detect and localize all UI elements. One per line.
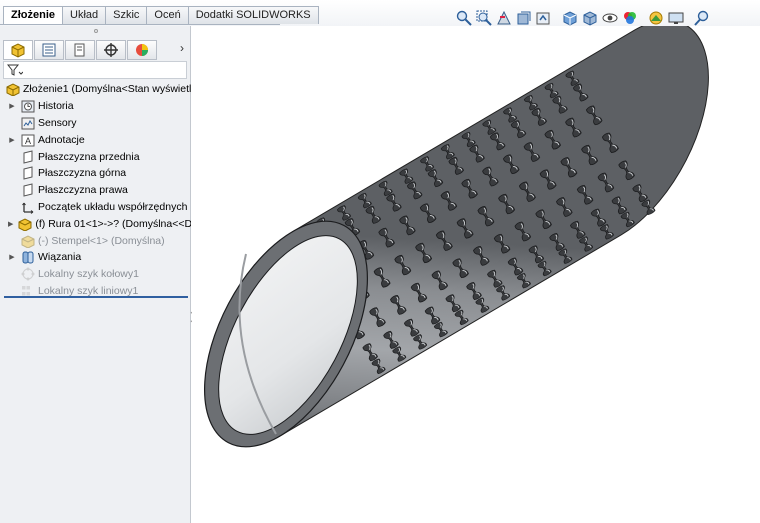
tree-item[interactable]: Sensory [0,115,191,132]
tab-2[interactable]: Szkic [105,6,148,24]
tab-4[interactable]: Dodatki SOLIDWORKS [187,6,319,24]
view-settings-icon[interactable] [668,10,684,26]
tree-item[interactable]: ▶ Historia [0,98,191,115]
tab-0[interactable]: Złożenie [3,6,64,25]
part-icon [21,234,35,249]
tree-item-label: Historia [38,100,74,113]
propertymanager-icon [42,43,56,57]
tree-item[interactable]: ▶ (f) Rura 01<1>->? (Domyślna<<Dom [0,215,191,232]
plane-icon [21,166,35,181]
tree-root[interactable]: Złożenie1 (Domyślna<Stan wyświetlania- [0,81,191,98]
tree-item-label: Płaszczyzna górna [38,167,127,180]
graphics-area[interactable] [192,26,760,523]
tree-item[interactable]: Lokalny szyk kołowy1 [0,266,191,283]
configurationmanager-tab[interactable] [65,40,95,60]
tree-item-label: Lokalny szyk kołowy1 [38,268,139,281]
tree-item-label: Wiązania [38,251,82,264]
expand-arrow-icon[interactable]: ▶ [8,253,16,261]
view-orientation-icon[interactable] [562,10,578,26]
tree-item[interactable]: Płaszczyzna przednia [0,148,191,165]
featuremanager-tab[interactable] [3,40,33,60]
annotations-icon: A [21,133,35,147]
tree-item-label: (f) Rura 01<1>->? (Domyślna<<Dom [35,217,191,230]
feature-manager-panel: › Złożenie1 (Domyślna<Stan wyświetlania-… [0,26,191,523]
expand-arrow-icon[interactable]: ▶ [8,220,13,228]
command-tabs: Złożenie Układ Szkic Oceń Dodatki SOLIDWORKS [3,6,319,25]
zoom-to-fit-icon[interactable] [456,10,472,26]
expand-arrow-icon[interactable]: ▶ [8,136,16,144]
tab-1[interactable]: Układ [62,6,107,24]
tree-item-label: Adnotacje [38,133,85,146]
hide-show-items-icon[interactable] [602,10,618,26]
sensors-icon [21,116,35,130]
plane-icon [21,149,35,164]
edit-appearance-icon[interactable] [622,10,638,26]
tab-3[interactable]: Oceń [146,6,189,24]
panel-tabs [0,39,191,61]
mates-icon [21,250,35,264]
assembly-icon [6,82,20,97]
history-icon [21,99,35,113]
tree-item-label: Początek układu współrzędnych [38,200,188,213]
panel-grip[interactable] [94,29,98,33]
rollback-bar[interactable] [4,296,188,298]
propertymanager-tab[interactable] [34,40,64,60]
heads-up-view-toolbar [456,10,714,26]
part-icon [18,217,32,232]
tree-item[interactable]: Płaszczyzna górna [0,165,191,182]
panel-scroll-right-icon[interactable]: › [180,41,184,55]
tab-divider [0,24,280,25]
svg-text:A: A [25,136,31,146]
filter-icon[interactable] [6,64,24,80]
expand-arrow-icon[interactable]: ▶ [8,102,16,110]
dimxpert-icon [104,43,118,57]
dynamic-annotation-icon[interactable] [536,10,552,26]
zoom-to-area-icon[interactable] [476,10,492,26]
featuremanager-icon [11,43,25,58]
tree-item-label: (-) Stempel<1> (Domyślna) [38,234,165,247]
displaymanager-tab[interactable] [127,40,157,60]
perforated-tube-model[interactable] [192,26,760,523]
tree-item-label: Płaszczyzna prawa [38,184,128,197]
apply-scene-icon[interactable] [648,10,664,26]
command-manager: Złożenie Układ Szkic Oceń Dodatki SOLIDWORKS [0,0,760,26]
circular-pattern-icon [21,267,35,281]
displaymanager-icon [136,44,148,56]
tree-item-label: Płaszczyzna przednia [38,150,140,163]
tree-item[interactable]: Płaszczyzna prawa [0,182,191,199]
feature-tree: Złożenie1 (Domyślna<Stan wyświetlania- ▶ H… [0,81,191,299]
tree-item[interactable]: Początek układu współrzędnych [0,199,191,216]
zoom-icon[interactable] [694,10,710,26]
filter-bar[interactable] [3,61,187,79]
origin-icon [21,200,35,214]
tree-item-label: Sensory [38,116,77,129]
dimxpert-tab[interactable] [96,40,126,60]
tree-item[interactable]: ▶ Wiązania [0,249,191,266]
plane-icon [21,183,35,197]
tree-item-label: Złożenie1 (Domyślna<Stan wyświetlania- [23,83,191,96]
section-view-icon[interactable] [516,10,532,26]
configurationmanager-icon [74,43,85,57]
previous-view-icon[interactable] [496,10,512,26]
display-style-icon[interactable] [582,10,598,26]
tree-item[interactable]: ▶ A Adnotacje [0,131,191,148]
tree-item[interactable]: (-) Stempel<1> (Domyślna) [0,232,191,249]
